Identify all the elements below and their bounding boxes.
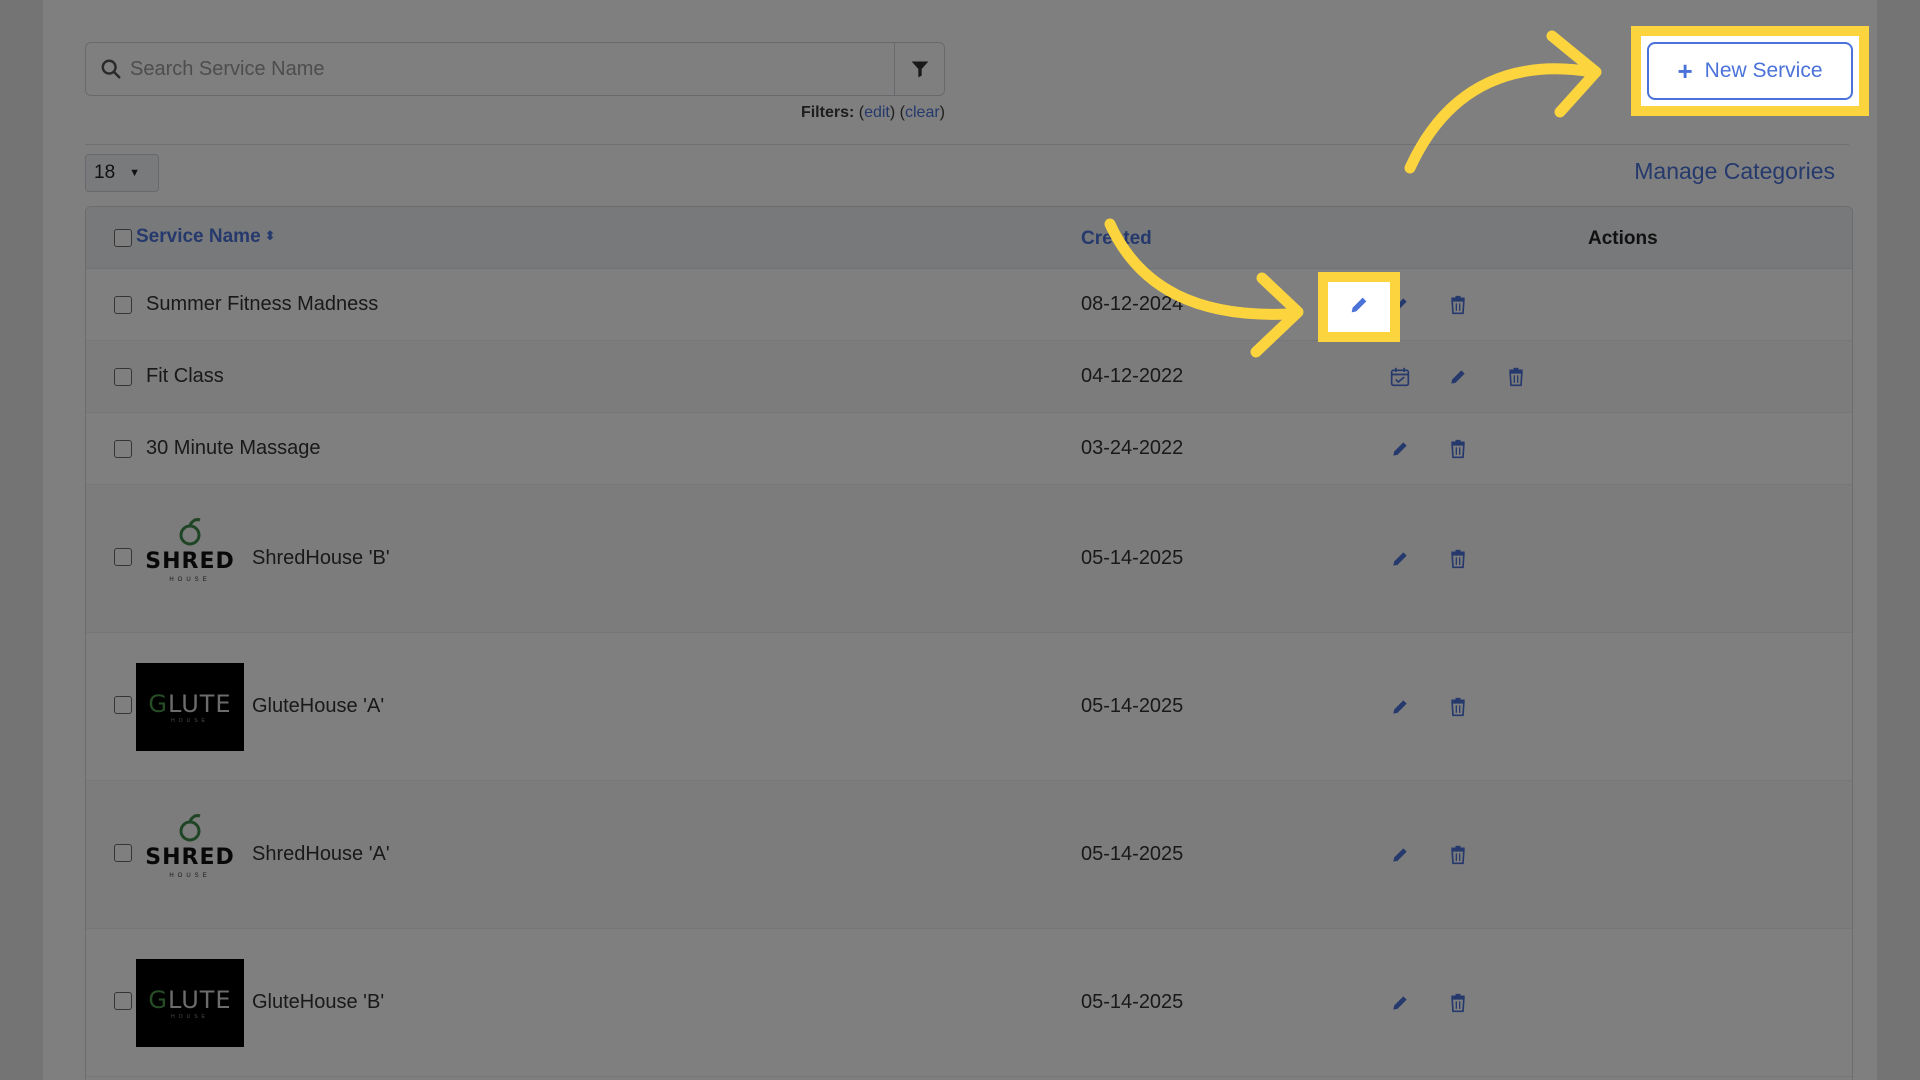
glutehouse-logo: GLUTE HOUSE — [136, 663, 244, 751]
service-name[interactable]: GluteHouse 'A' — [252, 695, 384, 718]
table-row: SHRED HOUSE ShredHouse 'A' 05-14-2025 — [86, 781, 1852, 929]
divider — [85, 144, 1849, 145]
row-checkbox[interactable] — [114, 844, 132, 862]
services-page: Filters: (edit) (clear) 18 ▼ Manage Cate… — [43, 0, 1877, 1080]
page-size-select[interactable]: 18 ▼ — [85, 154, 159, 192]
trash-icon[interactable] — [1444, 545, 1472, 573]
created-date: 08-12-2024 — [1081, 293, 1184, 315]
filters-label: Filters: — [800, 104, 855, 121]
row-checkbox[interactable] — [114, 992, 132, 1010]
pencil-icon[interactable] — [1348, 294, 1370, 321]
service-name[interactable]: GluteHouse 'B' — [252, 991, 384, 1014]
table-row: GLUTE HOUSE GluteHouse 'A' 05-14-2025 — [86, 633, 1852, 781]
row-checkbox[interactable] — [114, 296, 132, 314]
manage-categories-link[interactable]: Manage Categories — [1634, 158, 1835, 185]
created-date: 04-12-2022 — [1081, 365, 1184, 387]
caret-down-icon: ▼ — [129, 167, 141, 179]
column-created[interactable]: Created — [1081, 228, 1152, 250]
pencil-icon[interactable] — [1444, 363, 1472, 391]
row-actions — [1386, 989, 1472, 1017]
shredhouse-logo: SHRED HOUSE — [136, 811, 244, 899]
pencil-icon[interactable] — [1386, 545, 1414, 573]
filter-button[interactable] — [894, 43, 944, 95]
select-all-checkbox[interactable] — [114, 229, 132, 247]
table-header: Service Name ⬍ Created Actions — [86, 207, 1852, 269]
service-name[interactable]: ShredHouse 'A' — [252, 843, 390, 866]
trash-icon[interactable] — [1502, 363, 1530, 391]
service-name[interactable]: Summer Fitness Madness — [146, 293, 378, 316]
services-table: Service Name ⬍ Created Actions Summer Fit… — [85, 206, 1853, 1080]
trash-icon[interactable] — [1444, 435, 1472, 463]
trash-icon[interactable] — [1444, 989, 1472, 1017]
glutehouse-logo: GLUTE HOUSE — [136, 959, 244, 1047]
search-icon — [101, 59, 121, 79]
trash-icon[interactable] — [1444, 693, 1472, 721]
screen: Filters: (edit) (clear) 18 ▼ Manage Cate… — [0, 0, 1920, 1080]
filters-line: Filters: (edit) (clear) — [800, 104, 945, 121]
shredhouse-logo: SHRED HOUSE — [136, 515, 244, 603]
service-name[interactable]: 30 Minute Massage — [146, 437, 321, 460]
created-date: 05-14-2025 — [1081, 547, 1184, 569]
pencil-icon[interactable] — [1386, 989, 1414, 1017]
highlight-edit-icon — [1318, 272, 1400, 342]
filter-icon — [911, 61, 928, 78]
pencil-icon[interactable] — [1386, 841, 1414, 869]
created-date: 05-14-2025 — [1081, 991, 1184, 1013]
created-date: 05-14-2025 — [1081, 843, 1184, 865]
trash-icon[interactable] — [1444, 291, 1472, 319]
search-input[interactable] — [130, 43, 894, 95]
service-name[interactable]: Fit Class — [146, 365, 224, 388]
plus-icon: + — [1677, 56, 1693, 86]
filters-clear-link[interactable]: clear — [905, 104, 940, 121]
column-actions: Actions — [1588, 228, 1658, 249]
calendar-check-icon[interactable] — [1386, 363, 1414, 391]
table-row: SHRED HOUSE ShredHouse 'B' 05-14-2025 — [86, 485, 1852, 633]
highlight-new-service: + New Service — [1631, 26, 1869, 116]
created-date: 03-24-2022 — [1081, 437, 1184, 459]
trash-icon[interactable] — [1444, 841, 1472, 869]
sort-icon: ⬍ — [264, 228, 276, 243]
new-service-label: New Service — [1704, 59, 1823, 82]
row-checkbox[interactable] — [114, 368, 132, 386]
row-checkbox[interactable] — [114, 440, 132, 458]
column-service-name[interactable]: Service Name ⬍ — [136, 226, 276, 248]
table-row: 30 Minute Massage 03-24-2022 — [86, 413, 1852, 485]
new-service-button-highlighted[interactable]: + New Service — [1647, 42, 1853, 100]
row-actions — [1386, 363, 1530, 391]
pencil-icon[interactable] — [1386, 693, 1414, 721]
table-row: Summer Fitness Madness 08-12-2024 — [86, 269, 1852, 341]
table-row: Fit Class 04-12-2022 — [86, 341, 1852, 413]
column-service-name-label: Service Name — [136, 226, 261, 247]
service-name[interactable]: ShredHouse 'B' — [252, 547, 390, 570]
row-checkbox[interactable] — [114, 696, 132, 714]
created-date: 05-14-2025 — [1081, 695, 1184, 717]
table-row: GLUTE HOUSE GluteHouse 'B' 05-14-2025 — [86, 929, 1852, 1077]
row-actions — [1386, 841, 1472, 869]
row-actions — [1386, 545, 1472, 573]
row-actions — [1386, 435, 1472, 463]
pencil-icon[interactable] — [1386, 435, 1414, 463]
filters-edit-link[interactable]: edit — [864, 104, 890, 121]
search-bar — [85, 42, 945, 96]
row-checkbox[interactable] — [114, 548, 132, 566]
row-actions — [1386, 693, 1472, 721]
page-size-value: 18 — [94, 162, 116, 183]
